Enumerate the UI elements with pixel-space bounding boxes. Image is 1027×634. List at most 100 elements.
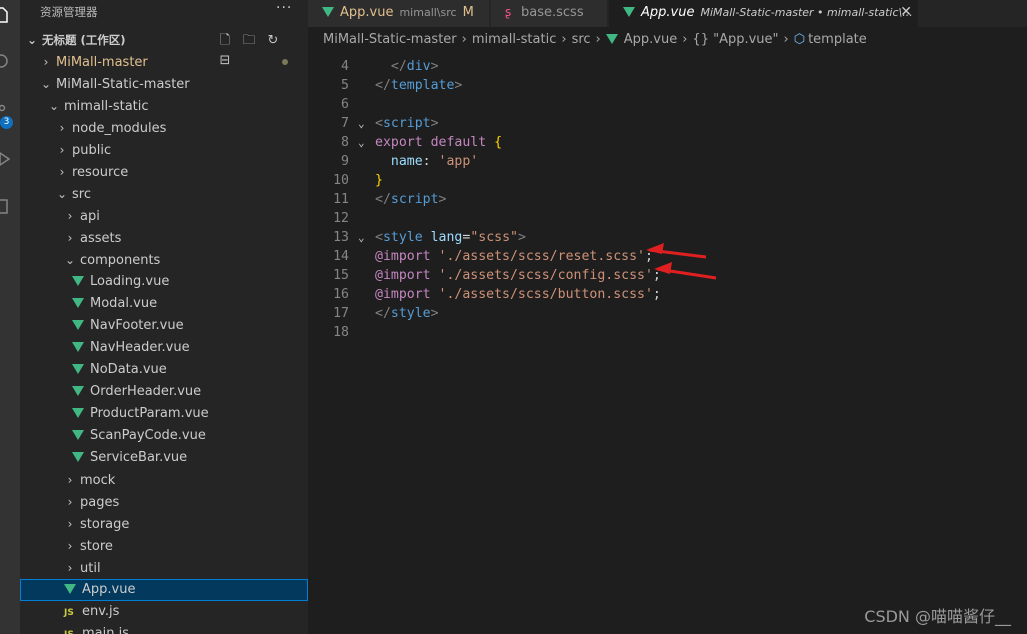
chevron-down-icon: ⌄ <box>26 33 38 47</box>
tree-file[interactable]: ProductParam.vue <box>20 403 308 425</box>
close-icon[interactable]: ✕ <box>900 0 912 25</box>
vue-icon <box>72 276 84 286</box>
source-control-badge: 3 <box>0 116 13 129</box>
chevron-down-icon: ⌄ <box>64 253 76 267</box>
breadcrumb-item[interactable]: template <box>808 32 867 47</box>
breadcrumb-item[interactable]: MiMall-Static-master <box>323 32 457 47</box>
tree-item-label: NavHeader.vue <box>90 340 190 355</box>
tree-folder[interactable]: ⌄ components <box>20 249 308 271</box>
tree-folder[interactable]: › MiMall-master <box>20 51 308 73</box>
vue-icon <box>64 584 76 594</box>
tree-item-label: src <box>72 187 91 202</box>
chevron-down-icon: ⌄ <box>56 187 68 201</box>
more-actions-icon[interactable]: ··· <box>276 0 292 16</box>
breadcrumb-item[interactable]: mimall-static <box>472 32 557 47</box>
tree-item-label: NoData.vue <box>90 362 167 377</box>
breadcrumb: MiMall-Static-master › mimall-static › src › A… <box>308 27 1027 53</box>
chevron-right-icon: › <box>67 561 73 575</box>
tree-item-label: api <box>80 209 100 224</box>
tree-item-label: assets <box>80 231 122 246</box>
explorer-icon[interactable] <box>0 6 10 24</box>
tree-item-label: ProductParam.vue <box>90 406 209 421</box>
run-debug-icon[interactable] <box>0 150 11 168</box>
tree-item-label: MiMall-master <box>56 55 148 70</box>
tree-folder[interactable]: › assets <box>20 227 308 249</box>
scss-icon: ʂ <box>505 5 512 19</box>
tree-file[interactable]: ScanPayCode.vue <box>20 425 308 447</box>
tree-item-label: env.js <box>82 604 120 619</box>
chevron-right-icon: › <box>67 209 73 223</box>
tree-folder[interactable]: › api <box>20 205 308 227</box>
activity-bar: 3 <box>0 0 20 634</box>
chevron-right-icon: › <box>59 143 65 157</box>
explorer-title: 资源管理器 <box>40 5 98 19</box>
tree-folder[interactable]: › pages <box>20 491 308 513</box>
tree-item-label: ScanPayCode.vue <box>90 428 206 443</box>
tree-folder[interactable]: › store <box>20 535 308 557</box>
tree-item-label: OrderHeader.vue <box>90 384 202 399</box>
tree-folder[interactable]: ⌄ MiMall-Static-master <box>20 73 308 95</box>
tab-app-vue-active[interactable]: App.vue MiMall-Static-master • mimall-sta… <box>609 0 919 27</box>
tree-item-label: store <box>80 539 113 554</box>
tree-folder[interactable]: › resource <box>20 161 308 183</box>
tree-folder[interactable]: › util <box>20 557 308 579</box>
tree-file[interactable]: JS main.js <box>20 623 308 634</box>
tree-file[interactable]: JS env.js <box>20 601 308 623</box>
search-icon[interactable] <box>0 53 10 71</box>
breadcrumb-item[interactable]: src <box>572 32 591 47</box>
tree-item-label: NavFooter.vue <box>90 318 184 333</box>
tree-item-label: util <box>80 561 101 576</box>
vue-icon <box>72 320 84 330</box>
tree-folder[interactable]: ⌄ src <box>20 183 308 205</box>
chevron-right-icon: › <box>59 121 65 135</box>
tree-file[interactable]: Modal.vue <box>20 293 308 315</box>
new-file-icon[interactable]: 🗋 <box>213 31 237 53</box>
tab-base-scss[interactable]: ʂ base.scss <box>491 0 608 27</box>
chevron-right-icon: › <box>682 32 688 47</box>
extensions-icon[interactable] <box>0 198 10 216</box>
tree-folder[interactable]: › node_modules <box>20 117 308 139</box>
tree-folder[interactable]: › public <box>20 139 308 161</box>
vue-icon <box>72 430 84 440</box>
tree-item-label: Loading.vue <box>90 274 170 289</box>
refresh-icon[interactable]: ↻ <box>261 33 285 48</box>
tree-item-label: storage <box>80 517 130 532</box>
tree-file[interactable]: NoData.vue <box>20 359 308 381</box>
symbol-icon: ⬡ <box>793 32 806 47</box>
chevron-right-icon: › <box>43 55 49 69</box>
chevron-right-icon: › <box>67 517 73 531</box>
tree-file[interactable]: App.vue <box>20 579 308 601</box>
tree-file[interactable]: NavFooter.vue <box>20 315 308 337</box>
watermark: CSDN @喵喵酱仔__ <box>864 607 1011 626</box>
chevron-right-icon: › <box>67 231 73 245</box>
tab-app-vue-mimall[interactable]: App.vue mimall\src M <box>308 0 490 27</box>
tree-item-label: mock <box>80 473 116 488</box>
breadcrumb-item[interactable]: App.vue <box>624 32 677 47</box>
tree-folder[interactable]: › mock <box>20 469 308 491</box>
chevron-down-icon: ⌄ <box>40 77 52 91</box>
vue-icon <box>72 408 84 418</box>
tree-item-label: App.vue <box>82 582 136 597</box>
vue-icon <box>72 364 84 374</box>
tree-file[interactable]: Loading.vue <box>20 271 308 293</box>
code-editor[interactable]: <router-view></router-view> 4 </div>5</t… <box>308 53 1027 634</box>
tree-folder[interactable]: › storage <box>20 513 308 535</box>
tree-item-label: pages <box>80 495 120 510</box>
chevron-right-icon: › <box>461 32 467 47</box>
vue-icon <box>72 386 84 396</box>
explorer-sidebar: 资源管理器 ··· ⌄ 无标题 (工作区) 🗋 🗀 ↻⊟ › MiMall-maste… <box>20 0 308 634</box>
tree-file[interactable]: OrderHeader.vue <box>20 381 308 403</box>
new-folder-icon[interactable]: 🗀 <box>237 31 261 53</box>
tree-file[interactable]: ServiceBar.vue <box>20 447 308 469</box>
tree-item-label: resource <box>72 165 129 180</box>
editor-tabs: App.vue mimall\src M ʂ base.scss App.vue MiM… <box>308 0 1027 27</box>
breadcrumb-item[interactable]: {} "App.vue" <box>692 32 778 47</box>
tree-folder[interactable]: ⌄ mimall-static <box>20 95 308 117</box>
tree-item-label: MiMall-Static-master <box>56 77 190 92</box>
chevron-down-icon: ⌄ <box>48 99 60 113</box>
tree-file[interactable]: NavHeader.vue <box>20 337 308 359</box>
vue-icon <box>605 34 618 44</box>
explorer-actions: 🗋 🗀 ↻⊟ <box>213 31 308 68</box>
annotation-arrows <box>646 243 717 280</box>
tree-item-label: node_modules <box>72 121 167 136</box>
